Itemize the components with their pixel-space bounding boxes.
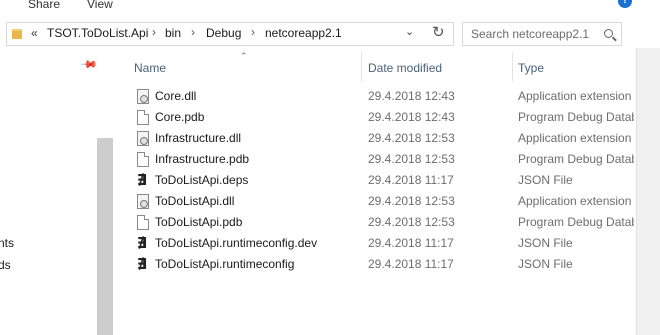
file-name: ToDoListApi.dll (155, 194, 235, 208)
file-row[interactable]: ∄ ToDoListApi.runtimeconfig.dev 29.4.201… (134, 233, 634, 254)
nav-item-downloads[interactable]: ds (0, 258, 11, 272)
column-header-name[interactable]: Name (134, 61, 166, 75)
tab-view[interactable]: View (87, 0, 113, 11)
file-row[interactable]: ToDoListApi.dll 29.4.2018 12:53 Applicat… (134, 191, 634, 212)
file-name: Core.dll (155, 89, 197, 103)
dll-file-icon (137, 194, 149, 209)
json-file-icon: ∄ (137, 255, 148, 273)
file-name: Infrastructure.dll (155, 131, 242, 145)
file-name: ToDoListApi.pdb (155, 215, 243, 229)
file-date-modified: 29.4.2018 12:43 (368, 110, 455, 124)
file-date-modified: 29.4.2018 11:17 (368, 257, 454, 271)
file-date-modified: 29.4.2018 12:53 (368, 194, 455, 208)
tab-share[interactable]: Share (28, 0, 60, 11)
file-row[interactable]: ∄ ToDoListApi.runtimeconfig 29.4.2018 11… (134, 254, 634, 275)
file-type: Program Debug Database (518, 110, 634, 124)
breadcrumb-tsot-todolist-api[interactable]: TSOT.ToDoList.Api (47, 26, 148, 40)
breadcrumb-debug[interactable]: Debug (206, 26, 241, 40)
file-name: ToDoListApi.runtimeconfig.dev (155, 236, 318, 250)
file-row[interactable]: Core.pdb 29.4.2018 12:43 Program Debug D… (134, 107, 634, 128)
file-type: JSON File (518, 236, 573, 250)
breadcrumb-separator-icon[interactable]: › (191, 25, 195, 39)
search-placeholder: Search netcoreapp2.1 (471, 27, 590, 41)
file-name: ToDoListApi.deps (155, 173, 249, 187)
file-name: Infrastructure.pdb (155, 152, 250, 166)
nav-item-documents[interactable]: nts (0, 236, 14, 250)
breadcrumb-netcoreapp2-1[interactable]: netcoreapp2.1 (265, 26, 342, 40)
dll-file-icon (137, 131, 149, 146)
address-bar[interactable]: « TSOT.ToDoList.Api › bin › Debug › netc… (6, 22, 454, 46)
file-row[interactable]: ToDoListApi.pdb 29.4.2018 12:53 Program … (134, 212, 634, 233)
file-type: Program Debug Database (518, 152, 634, 166)
pin-icon[interactable]: 📌 (79, 55, 98, 74)
file-date-modified: 29.4.2018 12:53 (368, 131, 455, 145)
column-header-type[interactable]: Type (518, 61, 544, 75)
ribbon-tabs: Share View ? (0, 0, 660, 14)
breadcrumb-overflow-button[interactable]: « (31, 26, 38, 40)
file-date-modified: 29.4.2018 12:53 (368, 215, 455, 229)
search-input[interactable]: Search netcoreapp2.1 (462, 22, 622, 46)
navigation-scrollbar-thumb[interactable] (97, 138, 113, 335)
file-type: Application extension (518, 131, 632, 145)
file-type: JSON File (518, 173, 573, 187)
file-type: Application extension (518, 89, 632, 103)
file-type: JSON File (518, 257, 573, 271)
file-date-modified: 29.4.2018 12:43 (368, 89, 455, 103)
column-header-date-modified[interactable]: Date modified (368, 61, 442, 75)
json-file-icon: ∄ (137, 171, 148, 189)
file-date-modified: 29.4.2018 12:53 (368, 152, 455, 166)
file-name: Core.pdb (155, 110, 205, 124)
generic-file-icon (137, 110, 149, 125)
help-icon[interactable]: ? (618, 0, 632, 8)
search-icon[interactable] (604, 29, 613, 38)
dll-file-icon (137, 89, 149, 104)
breadcrumb-separator-icon[interactable]: › (152, 25, 156, 39)
breadcrumb-separator-icon[interactable]: › (251, 25, 255, 39)
file-date-modified: 29.4.2018 11:17 (368, 236, 454, 250)
json-file-icon: ∄ (137, 234, 148, 252)
file-row[interactable]: Infrastructure.dll 29.4.2018 12:53 Appli… (134, 128, 634, 149)
vertical-scrollbar[interactable] (636, 48, 660, 335)
column-divider[interactable] (361, 52, 362, 82)
refresh-icon[interactable]: ↻ (432, 23, 445, 41)
breadcrumb-bin[interactable]: bin (165, 26, 181, 40)
file-row[interactable]: Infrastructure.pdb 29.4.2018 12:53 Progr… (134, 149, 634, 170)
file-row[interactable]: Core.dll 29.4.2018 12:43 Application ext… (134, 86, 634, 107)
column-divider[interactable] (512, 52, 513, 82)
file-date-modified: 29.4.2018 11:17 (368, 173, 454, 187)
address-dropdown-icon[interactable]: ⌄ (405, 25, 414, 38)
sort-ascending-icon: ⌃ (240, 51, 248, 61)
folder-icon (12, 29, 22, 39)
file-name: ToDoListApi.runtimeconfig (155, 257, 295, 271)
generic-file-icon (137, 152, 149, 167)
file-type: Program Debug Database (518, 215, 634, 229)
generic-file-icon (137, 215, 149, 230)
file-type: Application extension (518, 194, 632, 208)
file-row[interactable]: ∄ ToDoListApi.deps 29.4.2018 11:17 JSON … (134, 170, 634, 191)
